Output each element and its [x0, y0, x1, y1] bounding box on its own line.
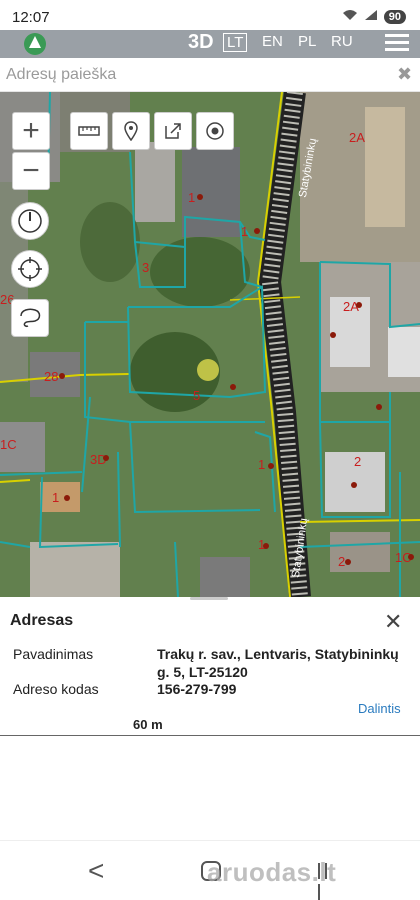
field-label-name: Pavadinimas: [13, 646, 94, 662]
panel-drag-handle[interactable]: [190, 597, 228, 600]
parcel-marker[interactable]: [103, 455, 109, 461]
panel-title: Adresas: [10, 612, 74, 629]
map-scale-bar: [0, 735, 420, 736]
target-locate-icon[interactable]: [196, 112, 234, 150]
parcel-marker[interactable]: [351, 482, 357, 488]
parcel-label: 1: [241, 224, 249, 239]
zoom-in-button[interactable]: +: [12, 112, 50, 150]
status-icons: 90: [342, 8, 406, 26]
language-en[interactable]: EN: [262, 33, 283, 50]
map-scale-label: 60 m: [133, 717, 163, 732]
parcel-marker[interactable]: [254, 228, 260, 234]
parcel-label: 28: [44, 369, 59, 384]
watermark-logo: aruodas.lt: [207, 857, 337, 887]
field-label-code: Adreso kodas: [13, 681, 99, 697]
parcel-marker[interactable]: [376, 404, 382, 410]
back-icon[interactable]: <: [88, 855, 104, 887]
parcel-label: 1: [52, 490, 60, 505]
share-export-icon[interactable]: [154, 112, 192, 150]
map-view[interactable]: 2A 1 1 3 26 2A 28 5 1C 3D 1 2 1 1 1C 2 S…: [0, 92, 420, 597]
app-topbar: 3D LT EN PL RU: [0, 30, 420, 58]
parcel-marker[interactable]: [356, 302, 362, 308]
parcel-marker[interactable]: [197, 194, 203, 200]
parcel-marker[interactable]: [268, 463, 274, 469]
parcel-label: 5: [193, 388, 201, 403]
status-time: 12:07: [12, 9, 50, 26]
share-link[interactable]: Dalintis: [358, 701, 401, 716]
address-search-input[interactable]: [6, 64, 386, 86]
field-value-name: Trakų r. sav., Lentvaris, Statybininkų g…: [157, 646, 399, 680]
map-pin-icon[interactable]: [112, 112, 150, 150]
parcel-label: 1: [188, 190, 196, 205]
parcel-marker[interactable]: [330, 332, 336, 338]
parcel-label: 2A: [349, 130, 365, 145]
parcel-marker[interactable]: [408, 554, 414, 560]
wifi-icon: [342, 8, 358, 26]
language-pl[interactable]: PL: [298, 33, 316, 50]
status-bar: 12:07 90: [0, 0, 420, 30]
measure-ruler-icon[interactable]: [70, 112, 108, 150]
compass-icon[interactable]: [11, 202, 49, 240]
signal-icon: [364, 8, 378, 26]
mode-3d-toggle[interactable]: 3D: [188, 31, 214, 54]
clear-search-icon[interactable]: ✖: [397, 64, 412, 85]
zoom-out-button[interactable]: −: [12, 152, 50, 190]
parcel-marker[interactable]: [263, 543, 269, 549]
parcel-label: 3: [142, 260, 150, 275]
parcel-label: 1: [258, 457, 266, 472]
app-logo-icon[interactable]: [22, 32, 48, 56]
language-lt[interactable]: LT: [223, 33, 248, 52]
map-imagery: [0, 92, 420, 597]
parcel-marker[interactable]: [59, 373, 65, 379]
parcel-marker[interactable]: [64, 495, 70, 501]
close-icon[interactable]: ✕: [384, 609, 402, 635]
parcel-label: 2: [354, 454, 362, 469]
parcel-marker[interactable]: [230, 384, 236, 390]
battery-indicator: 90: [383, 10, 406, 24]
hamburger-menu-icon[interactable]: [385, 34, 409, 54]
parcel-marker[interactable]: [345, 559, 351, 565]
field-value-code: 156-279-799: [157, 681, 237, 697]
crosshair-gps-icon[interactable]: [11, 250, 49, 288]
language-ru[interactable]: RU: [331, 33, 353, 50]
search-bar: ✖: [0, 58, 420, 92]
parcel-label: 1C: [0, 437, 17, 452]
system-nav-bar: < aruodas.lt: [0, 840, 420, 900]
lasso-select-icon[interactable]: [11, 299, 49, 337]
